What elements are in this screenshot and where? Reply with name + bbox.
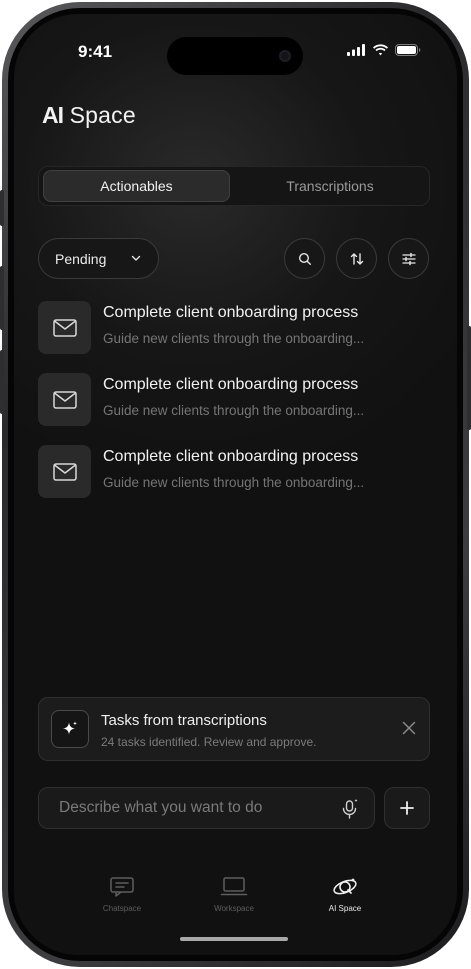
laptop-icon — [220, 877, 248, 896]
mail-icon — [52, 462, 77, 481]
sparkle-icon — [63, 721, 77, 735]
chat-icon — [110, 877, 134, 897]
cellular-signal-icon — [347, 44, 365, 56]
add-button[interactable] — [384, 787, 430, 829]
dynamic-island — [167, 37, 303, 75]
status-filter-dropdown[interactable]: Pending — [38, 238, 159, 279]
search-button[interactable] — [284, 238, 325, 279]
plus-icon — [400, 801, 414, 815]
mail-icon — [52, 390, 77, 409]
status-filter-label: Pending — [55, 250, 107, 267]
mic-sparkle-icon[interactable] — [340, 798, 360, 820]
action-button — [0, 190, 4, 226]
prompt-input-container — [38, 787, 375, 829]
chevron-down-icon — [131, 255, 141, 261]
mail-icon-tile — [38, 301, 91, 354]
nav-item-chatspace[interactable]: Chatspace — [82, 876, 162, 913]
segmented-tabs: Actionables Transcriptions — [38, 166, 430, 206]
nav-item-ai-space[interactable]: AI Space — [305, 876, 385, 913]
list-item[interactable]: Complete client onboarding process Guide… — [38, 373, 418, 427]
prompt-input[interactable] — [39, 788, 329, 828]
mail-icon-tile — [38, 373, 91, 426]
ai-space-icon — [333, 878, 357, 895]
item-description: Guide new clients through the onboarding… — [103, 475, 365, 490]
battery-icon — [395, 44, 421, 56]
banner-title: Tasks from transcriptions — [101, 712, 267, 729]
filter-settings-button[interactable] — [388, 238, 429, 279]
mail-icon — [52, 318, 77, 337]
sort-button[interactable] — [336, 238, 377, 279]
nav-label: AI Space — [328, 904, 362, 913]
list-item[interactable]: Complete client onboarding process Guide… — [38, 445, 418, 499]
item-description: Guide new clients through the onboarding… — [103, 331, 365, 346]
camera-icon — [279, 50, 291, 62]
search-icon — [298, 252, 311, 265]
list-item[interactable]: Complete client onboarding process Guide… — [38, 301, 418, 355]
filter-sliders-icon — [401, 252, 416, 265]
item-title: Complete client onboarding process — [103, 376, 359, 393]
tab-transcriptions[interactable]: Transcriptions — [235, 170, 425, 202]
volume-up-button — [0, 266, 4, 330]
item-title: Complete client onboarding process — [103, 448, 359, 465]
power-button — [467, 326, 471, 430]
status-time: 9:41 — [78, 42, 113, 61]
sort-icon — [350, 252, 363, 265]
app-title-rest: Space — [63, 102, 136, 128]
app-title-strong: AI — [42, 102, 64, 128]
tab-actionables[interactable]: Actionables — [43, 170, 230, 202]
app-screen: 9:41 AI Space Actionables Transcriptions… — [14, 14, 457, 955]
volume-down-button — [0, 350, 4, 414]
item-description: Guide new clients through the onboarding… — [103, 403, 365, 418]
status-icons — [347, 44, 421, 56]
nav-label: Workspace — [214, 904, 254, 913]
item-title: Complete client onboarding process — [103, 304, 359, 321]
transcription-tasks-banner[interactable]: Tasks from transcriptions 24 tasks ident… — [38, 697, 430, 761]
home-indicator — [180, 937, 288, 941]
wifi-icon — [373, 44, 388, 56]
close-icon[interactable] — [401, 720, 417, 736]
nav-label: Chatspace — [102, 904, 142, 913]
banner-subtitle: 24 tasks identified. Review and approve. — [101, 735, 317, 749]
mail-icon-tile — [38, 445, 91, 498]
app-title: AI Space — [42, 102, 136, 129]
sparkle-icon-tile — [51, 710, 89, 748]
nav-item-workspace[interactable]: Workspace — [194, 876, 274, 913]
